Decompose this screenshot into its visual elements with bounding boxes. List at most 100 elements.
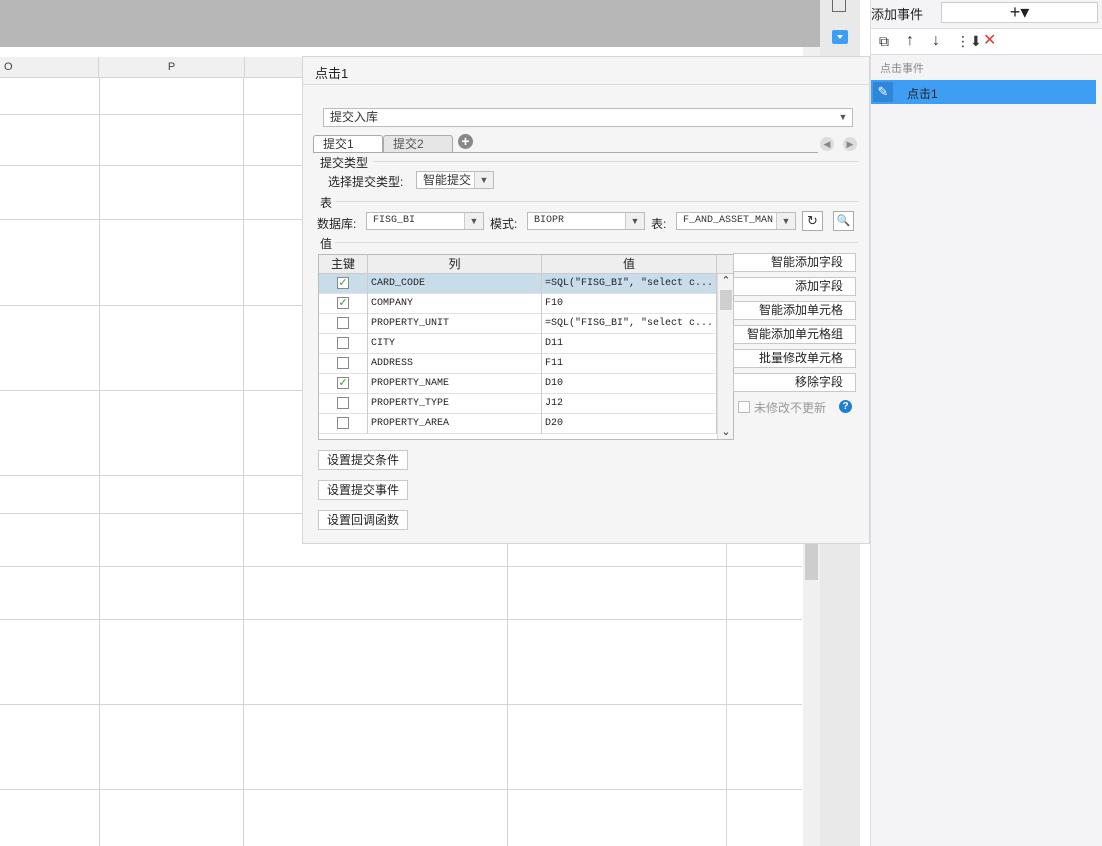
primary-key-checkbox[interactable]: ✓: [337, 297, 349, 309]
column-cell[interactable]: PROPERTY_NAME: [368, 374, 542, 394]
value-cell[interactable]: D20: [542, 414, 717, 434]
value-cell[interactable]: D10: [542, 374, 717, 394]
batch-edit-cells-button[interactable]: 批量修改单元格: [733, 349, 856, 368]
sheet-top-area: [0, 0, 820, 47]
column-cell[interactable]: PROPERTY_TYPE: [368, 394, 542, 414]
help-icon[interactable]: ?: [839, 400, 852, 413]
primary-key-checkbox[interactable]: ✓: [337, 277, 349, 289]
table-row[interactable]: ✓ CARD_CODE =SQL("FISG_BI", "select c...: [319, 274, 717, 294]
tab-prev-icon[interactable]: ◀: [820, 137, 834, 151]
action-type-value: 提交入库: [330, 110, 379, 124]
delete-icon[interactable]: ✕: [983, 32, 996, 50]
value-cell[interactable]: =SQL("FISG_BI", "select c...: [542, 274, 717, 294]
grid-scrollbar[interactable]: ⌃ ⌄: [717, 274, 733, 439]
value-section: 值: [320, 237, 333, 251]
key-cell[interactable]: [319, 394, 368, 414]
table-select[interactable]: F_AND_ASSET_MAN ▼: [676, 212, 796, 230]
tab-submit2[interactable]: 提交2: [383, 135, 453, 153]
set-submit-event-button[interactable]: 设置提交事件: [318, 480, 409, 500]
table-label: 表:: [651, 217, 667, 231]
chevron-down-icon: ▼: [474, 172, 493, 188]
column-cell[interactable]: PROPERTY_AREA: [368, 414, 542, 434]
no-update-checkbox[interactable]: [738, 401, 750, 413]
grid-scroll-thumb[interactable]: [720, 290, 732, 310]
sheet-scroll-thumb[interactable]: [805, 540, 818, 580]
submit-type-value: 智能提交: [423, 173, 472, 187]
value-cell[interactable]: =SQL("FISG_BI", "select c...: [542, 314, 717, 334]
database-select[interactable]: FISG_BI ▼: [366, 212, 484, 230]
key-cell[interactable]: [319, 314, 368, 334]
database-value: FISG_BI: [373, 215, 416, 226]
primary-key-checkbox[interactable]: [337, 397, 349, 409]
tab-submit1[interactable]: 提交1: [313, 135, 383, 153]
pencil-icon[interactable]: ✎: [873, 82, 893, 102]
value-cell[interactable]: J12: [542, 394, 717, 414]
arrow-down-icon[interactable]: ↓: [932, 32, 940, 50]
primary-key-checkbox[interactable]: ✓: [337, 377, 349, 389]
column-header-o[interactable]: O: [0, 57, 99, 77]
table-row[interactable]: ✓ COMPANY F10: [319, 294, 717, 314]
event-panel: 添加事件 +▾ ⧉ ↑ ↓ ⋮⬇ ✕ 点击事件 ✎ 点击1: [870, 0, 1102, 846]
copy-icon[interactable]: ⧉: [879, 32, 889, 50]
table-row[interactable]: ✓ PROPERTY_NAME D10: [319, 374, 717, 394]
submit-type-select[interactable]: 智能提交 ▼: [416, 171, 494, 189]
preview-table-icon[interactable]: 🔍: [833, 211, 854, 231]
arrow-up-icon[interactable]: ↑: [906, 32, 914, 50]
grid-header-key[interactable]: 主键: [319, 255, 368, 274]
chevron-down-icon: ▼: [625, 213, 644, 229]
value-cell[interactable]: F10: [542, 294, 717, 314]
key-cell[interactable]: [319, 334, 368, 354]
event-panel-title: 添加事件: [871, 7, 924, 22]
table-row[interactable]: ADDRESS F11: [319, 354, 717, 374]
event-toolbar: ⧉ ↑ ↓ ⋮⬇ ✕: [871, 28, 1102, 55]
primary-key-checkbox[interactable]: [337, 337, 349, 349]
key-cell[interactable]: ✓: [319, 294, 368, 314]
primary-key-checkbox[interactable]: [337, 357, 349, 369]
key-cell[interactable]: [319, 414, 368, 434]
move-bottom-icon[interactable]: ⋮⬇: [956, 32, 982, 50]
column-cell[interactable]: ADDRESS: [368, 354, 542, 374]
key-cell[interactable]: [319, 354, 368, 374]
no-update-label: 未修改不更新: [754, 401, 827, 415]
table-row[interactable]: CITY D11: [319, 334, 717, 354]
table-row[interactable]: PROPERTY_AREA D20: [319, 414, 717, 434]
action-type-select[interactable]: 提交入库 ▼: [323, 108, 853, 127]
dialog-title: 点击1: [315, 66, 349, 81]
remove-field-button[interactable]: 移除字段: [733, 373, 856, 392]
schema-select[interactable]: BIOPR ▼: [527, 212, 645, 230]
event-section-label: 点击事件: [880, 63, 924, 75]
table-row[interactable]: PROPERTY_TYPE J12: [319, 394, 717, 414]
key-cell[interactable]: ✓: [319, 374, 368, 394]
grid-header-value[interactable]: 值: [542, 255, 717, 274]
event-item-click1[interactable]: ✎ 点击1: [871, 80, 1096, 104]
widget-frame-icon[interactable]: [832, 0, 846, 12]
scroll-down-icon[interactable]: ⌄: [718, 425, 733, 439]
field-grid[interactable]: 主键 列 值 ✓ CARD_CODE =SQL("FISG_BI", "select…: [318, 254, 734, 440]
primary-key-checkbox[interactable]: [337, 417, 349, 429]
key-cell[interactable]: ✓: [319, 274, 368, 294]
grid-header-column[interactable]: 列: [368, 255, 542, 274]
chevron-down-icon: ▼: [776, 213, 795, 229]
dropdown-widget-icon[interactable]: [832, 30, 848, 44]
refresh-icon[interactable]: ↻: [802, 211, 823, 231]
tab-next-icon[interactable]: ▶: [843, 137, 857, 151]
column-header-p[interactable]: P: [99, 57, 245, 77]
add-field-button[interactable]: 添加字段: [733, 277, 856, 296]
smart-add-field-button[interactable]: 智能添加字段: [733, 253, 856, 272]
scroll-up-icon[interactable]: ⌃: [718, 274, 733, 288]
column-cell[interactable]: CARD_CODE: [368, 274, 542, 294]
value-cell[interactable]: F11: [542, 354, 717, 374]
column-cell[interactable]: CITY: [368, 334, 542, 354]
set-submit-condition-button[interactable]: 设置提交条件: [318, 450, 409, 470]
column-cell[interactable]: PROPERTY_UNIT: [368, 314, 542, 334]
set-callback-button[interactable]: 设置回调函数: [318, 510, 409, 530]
column-cell[interactable]: COMPANY: [368, 294, 542, 314]
event-item-label: 点击1: [907, 87, 938, 101]
add-tab-icon[interactable]: +: [458, 134, 473, 149]
table-row[interactable]: PROPERTY_UNIT =SQL("FISG_BI", "select c..…: [319, 314, 717, 334]
smart-add-cell-button[interactable]: 智能添加单元格: [733, 301, 856, 320]
value-cell[interactable]: D11: [542, 334, 717, 354]
primary-key-checkbox[interactable]: [337, 317, 349, 329]
smart-add-cell-group-button[interactable]: 智能添加单元格组: [733, 325, 856, 344]
add-event-button[interactable]: +▾: [941, 2, 1098, 23]
